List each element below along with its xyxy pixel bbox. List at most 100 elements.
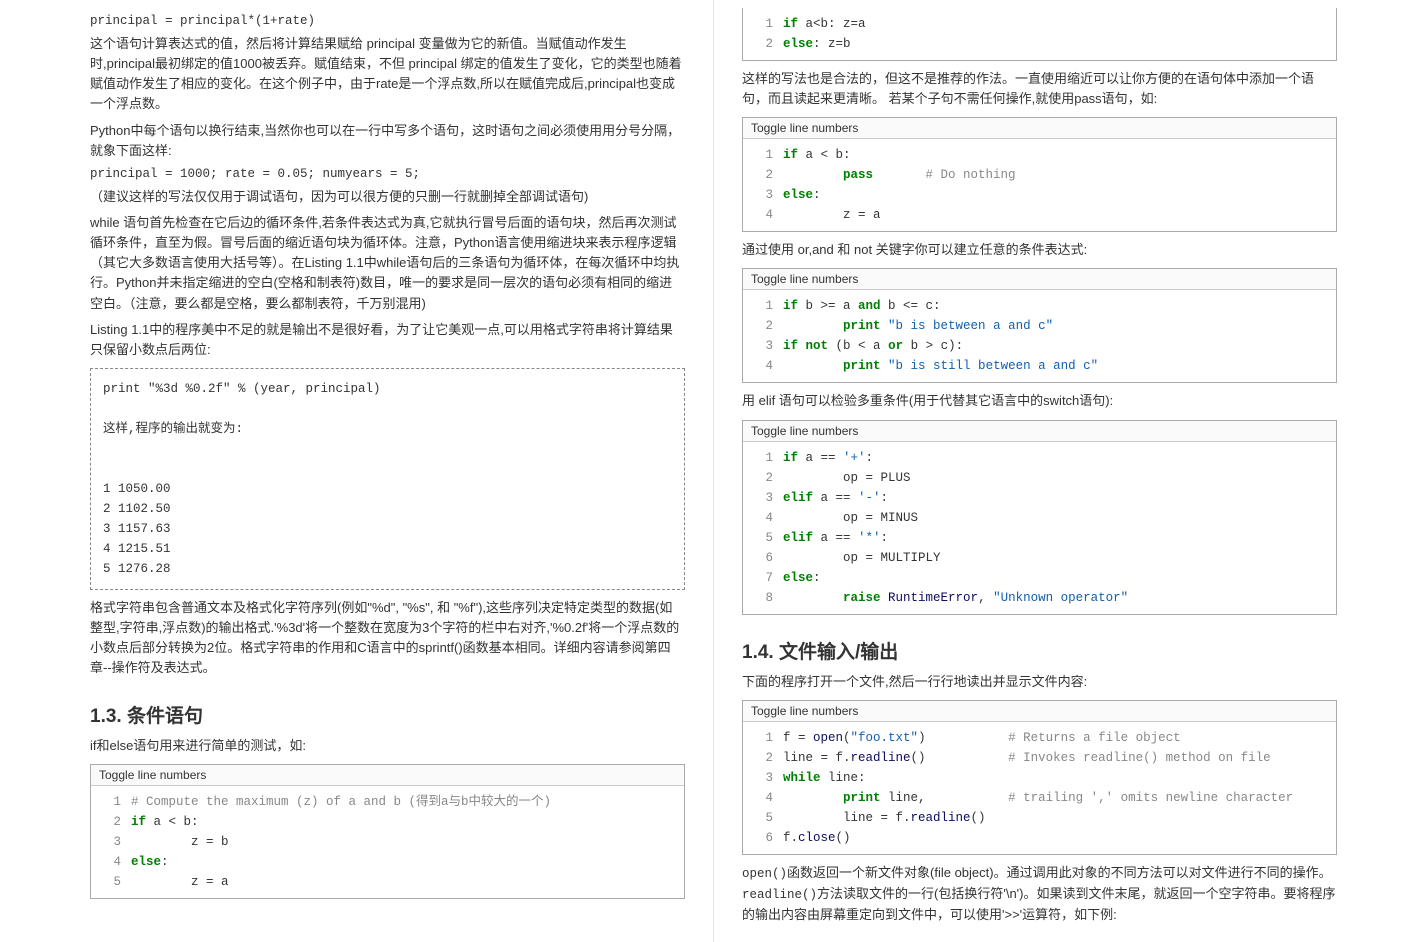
paragraph: Python中每个语句以换行结束,当然你也可以在一行中写多个语句，这时语句之间必… [90,121,685,161]
code-text: op = PLUS [783,468,911,488]
line-number: 1 [751,448,783,468]
line-number: 5 [99,872,131,892]
code-line: principal = principal*(1+rate) [90,14,685,28]
code-line: 3elif a == '-': [751,488,1328,508]
code-text: elif a == '-': [783,488,888,508]
line-number: 2 [751,316,783,336]
line-number: 3 [751,488,783,508]
heading-1-3: 1.3. 条件语句 [90,701,685,728]
line-number: 3 [99,832,131,852]
line-number: 2 [751,34,783,54]
paragraph: 这个语句计算表达式的值，然后将计算结果赋给 principal 变量做为它的新值… [90,34,685,115]
code-text: if a == '+': [783,448,873,468]
code-line: 3else: [751,185,1328,205]
code-line: 4 z = a [751,205,1328,225]
line-number: 1 [751,728,783,748]
paragraph: open()函数返回一个新文件对象(file object)。通过调用此对象的不… [742,863,1337,926]
code-text: if not (b < a or b > c): [783,336,963,356]
code-text: print "b is between a and c" [783,316,1053,336]
line-number: 2 [751,468,783,488]
toggle-line-numbers[interactable]: Toggle line numbers [743,421,1336,442]
code-line: 1if a == '+': [751,448,1328,468]
code-text: if a < b: [783,145,851,165]
code-line: 2if a < b: [99,812,676,832]
paragraph: if和else语句用来进行简单的测试，如: [90,736,685,756]
code-text: elif a == '*': [783,528,888,548]
code-text: pass # Do nothing [783,165,1016,185]
code-line: 1if a<b: z=a [751,14,1328,34]
paragraph: 格式字符串包含普通文本及格式化字符序列(例如"%d", "%s", 和 "%f"… [90,598,685,679]
line-number: 2 [99,812,131,832]
line-number: 6 [751,828,783,848]
code-area: 1if a == '+':2 op = PLUS3elif a == '-':4… [743,442,1336,614]
line-number: 3 [751,768,783,788]
code-line: 2 pass # Do nothing [751,165,1328,185]
line-number: 1 [99,792,131,812]
code-text: # Compute the maximum (z) of a and b (得到… [131,792,551,812]
code-text: f = open("foo.txt") # Returns a file obj… [783,728,1181,748]
code-line: 6 op = MULTIPLY [751,548,1328,568]
code-line: 2line = f.readline() # Invokes readline(… [751,748,1328,768]
code-text: line = f.readline() [783,808,986,828]
line-number: 4 [751,356,783,376]
paragraph: 下面的程序打开一个文件,然后一行行地读出并显示文件内容: [742,672,1337,692]
paragraph: 这样的写法也是合法的，但这不是推荐的作法。一直使用缩近可以让你方便的在语句体中添… [742,69,1337,109]
code-line: 3 z = b [99,832,676,852]
code-area: 1f = open("foo.txt") # Returns a file ob… [743,722,1336,854]
code-line: 3if not (b < a or b > c): [751,336,1328,356]
code-line: 3while line: [751,768,1328,788]
toggle-line-numbers[interactable]: Toggle line numbers [743,269,1336,290]
code-line: 5 line = f.readline() [751,808,1328,828]
line-number: 5 [751,528,783,548]
code-line: 8 raise RuntimeError, "Unknown operator" [751,588,1328,608]
code-box-tiny: 1if a<b: z=a2else: z=b [742,8,1337,61]
output-box: print "%3d %0.2f" % (year, principal) 这样… [90,368,685,590]
code-text: op = MINUS [783,508,918,528]
code-line: 4 print line, # trailing ',' omits newli… [751,788,1328,808]
line-number: 6 [751,548,783,568]
code-box-e: Toggle line numbers 1f = open("foo.txt")… [742,700,1337,855]
code-text: if a < b: [131,812,199,832]
code-text: else: [783,568,821,588]
line-number: 4 [751,508,783,528]
code-text: print "b is still between a and c" [783,356,1098,376]
code-text: line = f.readline() # Invokes readline()… [783,748,1271,768]
code-line: 6f.close() [751,828,1328,848]
code-line: 4 op = MINUS [751,508,1328,528]
code-line: 1if b >= a and b <= c: [751,296,1328,316]
code-line: 5elif a == '*': [751,528,1328,548]
line-number: 2 [751,748,783,768]
code-line: 4 print "b is still between a and c" [751,356,1328,376]
code-area: 1if a < b:2 pass # Do nothing3else:4 z =… [743,139,1336,231]
right-column: 1if a<b: z=a2else: z=b 这样的写法也是合法的，但这不是推荐… [714,0,1427,942]
code-text: z = a [131,872,229,892]
line-number: 5 [751,808,783,828]
left-column: principal = principal*(1+rate) 这个语句计算表达式… [0,0,713,942]
code-text: else: z=b [783,34,851,54]
code-area: 1if b >= a and b <= c:2 print "b is betw… [743,290,1336,382]
code-line: 7else: [751,568,1328,588]
code-line: 1f = open("foo.txt") # Returns a file ob… [751,728,1328,748]
paragraph: 用 elif 语句可以检验多重条件(用于代替其它语言中的switch语句): [742,391,1337,411]
code-text: else: [783,185,821,205]
line-number: 2 [751,165,783,185]
code-line: 1# Compute the maximum (z) of a and b (得… [99,792,676,812]
line-number: 4 [751,788,783,808]
code-text: while line: [783,768,866,788]
paragraph: Listing 1.1中的程序美中不足的就是输出不是很好看，为了让它美观一点,可… [90,320,685,360]
line-number: 4 [751,205,783,225]
line-number: 1 [751,296,783,316]
code-box-a: Toggle line numbers 1# Compute the maxim… [90,764,685,899]
code-line: 5 z = a [99,872,676,892]
toggle-line-numbers[interactable]: Toggle line numbers [743,701,1336,722]
code-box-d: Toggle line numbers 1if a == '+':2 op = … [742,420,1337,615]
code-text: if a<b: z=a [783,14,866,34]
paragraph: while 语句首先检查在它后边的循环条件,若条件表达式为真,它就执行冒号后面的… [90,213,685,314]
code-box-b: Toggle line numbers 1if a < b:2 pass # D… [742,117,1337,232]
code-line: principal = 1000; rate = 0.05; numyears … [90,167,685,181]
line-number: 1 [751,145,783,165]
code-text: if b >= a and b <= c: [783,296,941,316]
code-line: 2 op = PLUS [751,468,1328,488]
toggle-line-numbers[interactable]: Toggle line numbers [743,118,1336,139]
toggle-line-numbers[interactable]: Toggle line numbers [91,765,684,786]
